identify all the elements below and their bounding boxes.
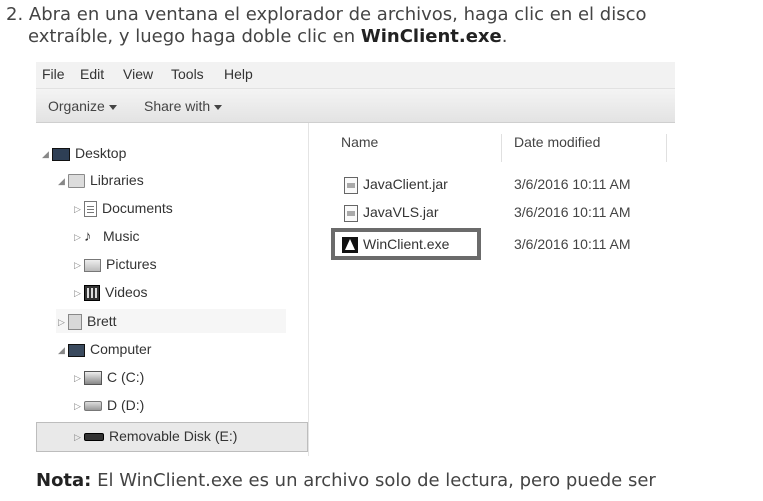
libraries-icon [68, 174, 85, 189]
tree-item-documents[interactable]: ▷ Documents [74, 196, 173, 220]
tree-label: Music [103, 228, 140, 244]
instructions: 2. Abra en una ventana el explorador de … [6, 4, 646, 48]
organize-label: Organize [48, 98, 105, 114]
instruction-suffix: . [501, 26, 508, 47]
expanded-arrow-icon[interactable]: ◢ [58, 338, 68, 362]
collapsed-arrow-icon[interactable]: ▷ [74, 253, 84, 277]
share-with-button[interactable]: Share with [144, 98, 223, 114]
tree-item-brett[interactable]: ▷ Brett [58, 309, 117, 333]
instruction-prefix: extraíble, y luego haga doble clic en [28, 26, 361, 47]
menu-help[interactable]: Help [224, 66, 253, 82]
collapsed-arrow-icon[interactable]: ▷ [74, 366, 84, 390]
file-row-javaclient[interactable]: JavaClient.jar [344, 172, 448, 196]
file-date: 3/6/2016 10:11 AM [514, 204, 631, 220]
chevron-down-icon [108, 104, 117, 110]
command-bar: Organize Share with [36, 89, 675, 123]
desktop-icon [52, 147, 70, 161]
expanded-arrow-icon[interactable]: ◢ [58, 169, 68, 193]
share-with-label: Share with [144, 98, 211, 114]
picture-icon [84, 258, 101, 272]
tree-item-d-drive[interactable]: ▷ D (D:) [74, 393, 144, 417]
document-icon [84, 201, 97, 218]
column-divider[interactable] [501, 134, 502, 162]
jar-file-icon [344, 204, 358, 222]
file-row-javavls[interactable]: JavaVLS.jar [344, 200, 438, 224]
jar-file-icon [344, 176, 358, 194]
tree-item-desktop[interactable]: ◢ Desktop [42, 141, 126, 165]
pane-divider[interactable] [308, 123, 309, 456]
chevron-down-icon [214, 104, 223, 110]
collapsed-arrow-icon[interactable]: ▷ [74, 225, 84, 249]
organize-button[interactable]: Organize [48, 98, 117, 114]
column-divider[interactable] [666, 134, 667, 162]
disc-drive-icon [84, 401, 102, 412]
tree-item-music[interactable]: ▷ ♪ Music [74, 224, 140, 248]
collapsed-arrow-icon[interactable]: ▷ [74, 394, 84, 418]
computer-icon [68, 343, 85, 357]
collapsed-arrow-icon[interactable]: ▷ [58, 310, 68, 334]
tree-label: Desktop [75, 145, 127, 161]
note: Nota: El WinClient.exe es un archivo sol… [36, 470, 656, 492]
expanded-arrow-icon[interactable]: ◢ [42, 142, 52, 166]
collapsed-arrow-icon[interactable]: ▷ [74, 197, 84, 221]
menu-bar: File Edit View Tools Help [36, 62, 675, 89]
tree-item-videos[interactable]: ▷ Videos [74, 280, 148, 304]
tree-label: Brett [87, 313, 117, 329]
tree-label: Pictures [106, 256, 157, 272]
file-explorer-window: File Edit View Tools Help Organize Share… [36, 62, 675, 456]
tree-item-computer[interactable]: ◢ Computer [58, 337, 151, 361]
tree-label: Removable Disk (E:) [109, 428, 238, 444]
tree-label: Documents [102, 200, 173, 216]
hard-drive-icon [84, 371, 102, 386]
column-header-name[interactable]: Name [341, 134, 378, 150]
column-header-date-modified[interactable]: Date modified [514, 134, 600, 150]
file-name: JavaClient.jar [363, 176, 448, 192]
file-name: JavaVLS.jar [363, 204, 439, 220]
tree-label: Computer [90, 341, 152, 357]
tree-item-removable-disk[interactable]: ▷ Removable Disk (E:) [74, 424, 237, 448]
menu-tools[interactable]: Tools [171, 66, 204, 82]
instruction-filename: WinClient.exe [360, 26, 502, 47]
note-text: El WinClient.exe es un archivo solo de l… [91, 470, 656, 491]
tree-item-libraries[interactable]: ◢ Libraries [58, 168, 144, 192]
film-strip-icon [84, 285, 100, 302]
collapsed-arrow-icon[interactable]: ▷ [74, 425, 84, 449]
tree-item-pictures[interactable]: ▷ Pictures [74, 252, 157, 276]
file-date: 3/6/2016 10:11 AM [514, 176, 631, 192]
collapsed-arrow-icon[interactable]: ▷ [74, 281, 84, 305]
tree-label: D (D:) [107, 397, 145, 413]
user-folder-icon [68, 314, 82, 331]
removable-disk-icon [84, 433, 104, 442]
menu-file[interactable]: File [42, 66, 65, 82]
music-note-icon: ♪ [84, 228, 92, 246]
winclient-highlight-box [331, 228, 481, 260]
menu-view[interactable]: View [123, 66, 153, 82]
instruction-line-2: extraíble, y luego haga doble clic en Wi… [6, 26, 646, 48]
tree-item-c-drive[interactable]: ▷ C (C:) [74, 365, 144, 389]
tree-label: C (C:) [107, 369, 145, 385]
instruction-line-1: 2. Abra en una ventana el explorador de … [6, 4, 647, 25]
tree-label: Libraries [90, 172, 144, 188]
note-label: Nota: [36, 470, 92, 491]
tree-label: Videos [105, 284, 148, 300]
file-date: 3/6/2016 10:11 AM [514, 236, 631, 252]
menu-edit[interactable]: Edit [80, 66, 104, 82]
